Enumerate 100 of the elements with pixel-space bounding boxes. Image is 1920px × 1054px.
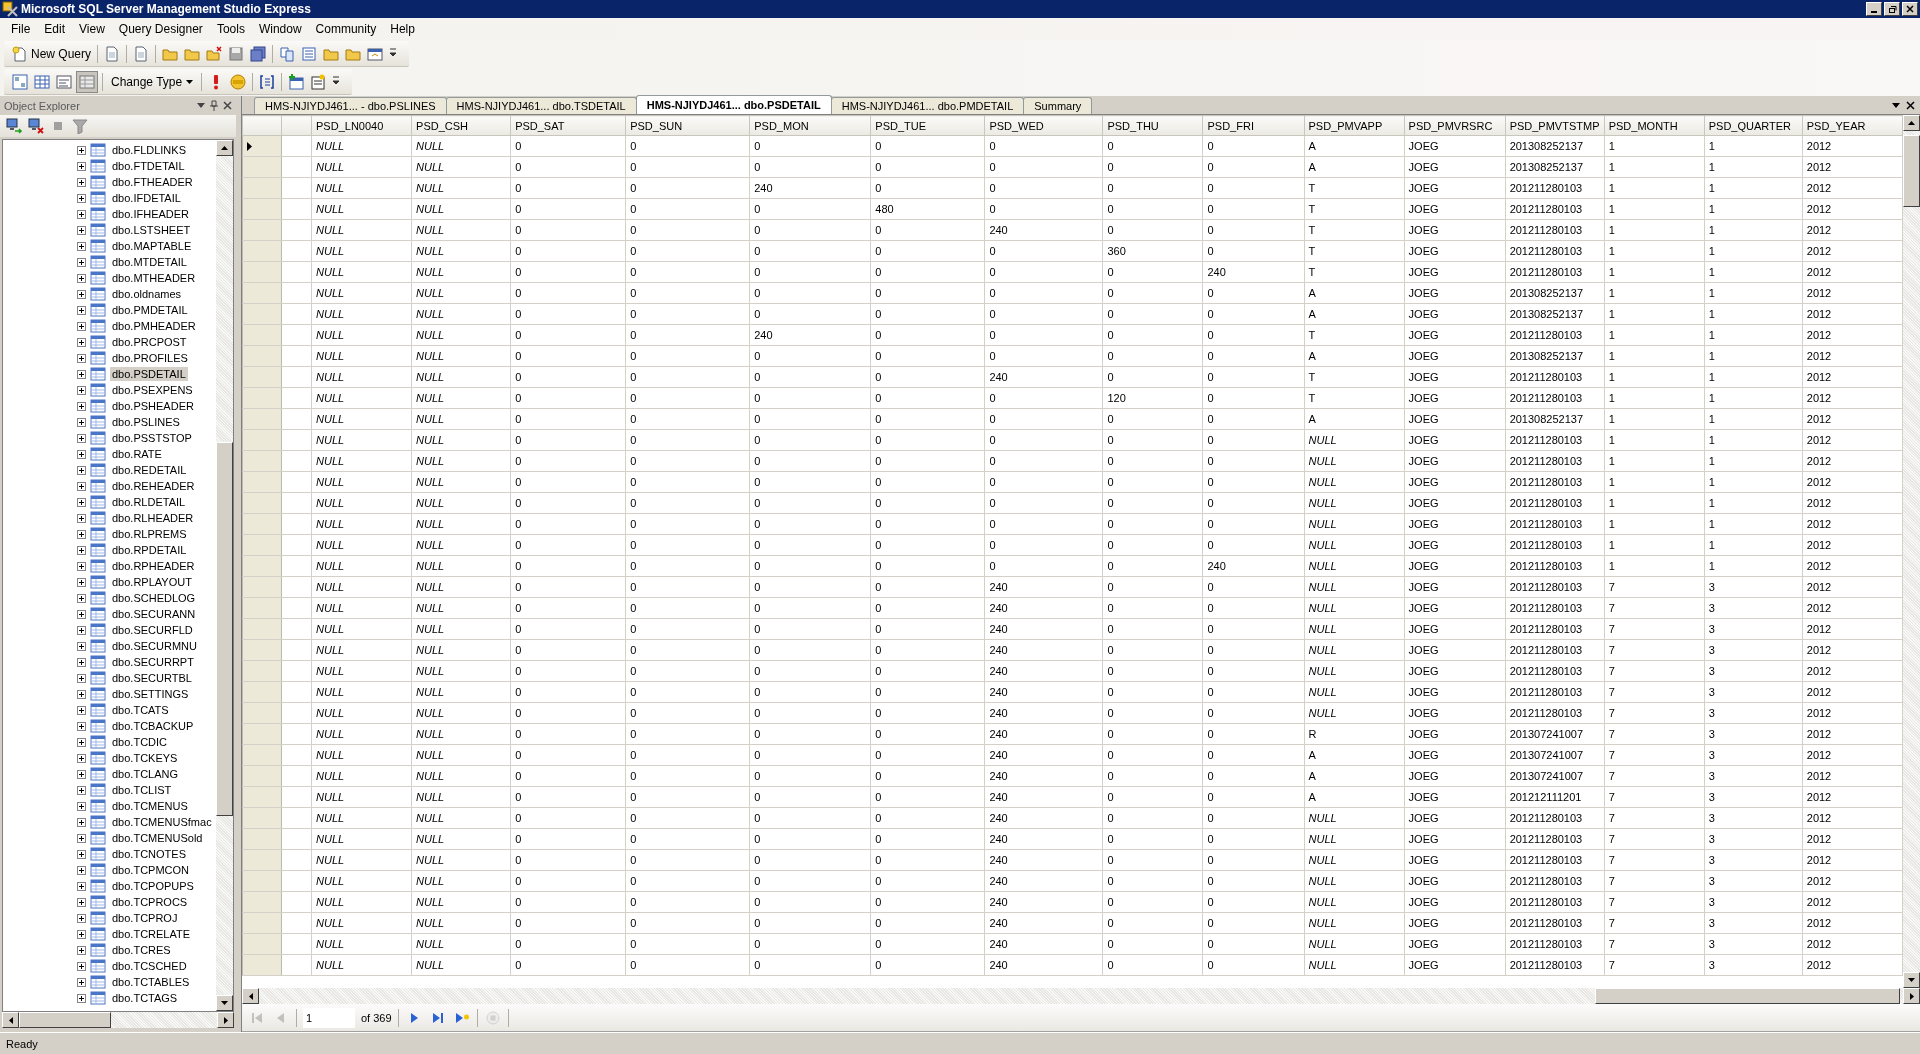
tree-item[interactable]: dbo.TCPROCS — [110, 895, 190, 909]
expand-icon[interactable] — [77, 401, 86, 411]
add-table-icon[interactable] — [286, 71, 307, 92]
row-header[interactable] — [242, 135, 282, 157]
tree-item[interactable]: dbo.MTDETAIL — [110, 255, 189, 269]
tree-item[interactable]: dbo.TCNOTES — [110, 847, 188, 861]
tree-item[interactable]: dbo.LSTSHEET — [110, 223, 193, 237]
tree-item[interactable]: dbo.oldnames — [110, 287, 184, 301]
save-all-icon[interactable] — [248, 43, 269, 64]
scroll-down-button[interactable] — [216, 995, 233, 1011]
column-header[interactable]: PSD_LN0040 — [311, 115, 412, 136]
tree-item[interactable]: dbo.PMDETAIL — [110, 303, 190, 317]
expand-icon[interactable] — [77, 673, 86, 683]
tree-item[interactable]: dbo.PSLINES — [110, 415, 182, 429]
pin-icon[interactable] — [209, 100, 219, 111]
expand-icon[interactable] — [77, 769, 86, 779]
tree-item[interactable]: dbo.PSDETAIL — [110, 367, 188, 381]
expand-icon[interactable] — [77, 369, 86, 379]
tree-item[interactable]: dbo.SCHEDLOG — [110, 591, 198, 605]
expand-icon[interactable] — [77, 417, 86, 427]
expand-icon[interactable] — [77, 161, 86, 171]
tree-item[interactable]: dbo.REHEADER — [110, 479, 197, 493]
tree-item[interactable]: dbo.MAPTABLE — [110, 239, 194, 253]
expand-icon[interactable] — [77, 385, 86, 395]
expand-icon[interactable] — [77, 737, 86, 747]
tree-item[interactable]: dbo.PSHEADER — [110, 399, 196, 413]
column-header[interactable]: PSD_TUE — [870, 115, 985, 136]
expand-icon[interactable] — [77, 961, 86, 971]
minimize-button[interactable] — [1866, 2, 1882, 16]
menu-item[interactable]: Edit — [37, 20, 73, 38]
tree-item[interactable]: dbo.IFHEADER — [110, 207, 192, 221]
column-header[interactable]: PSD_SUN — [625, 115, 750, 136]
expand-icon[interactable] — [77, 193, 86, 203]
expand-icon[interactable] — [77, 529, 86, 539]
expand-icon[interactable] — [77, 433, 86, 443]
column-header[interactable]: PSD_CSH — [411, 115, 511, 136]
document-tab[interactable]: HMS-NJIYDJ461... dbo.PSDETAIL — [635, 95, 832, 114]
tree-item[interactable]: dbo.RLHEADER — [110, 511, 196, 525]
expand-icon[interactable] — [77, 449, 86, 459]
tree-item[interactable]: dbo.TCBACKUP — [110, 719, 196, 733]
tree-item[interactable]: dbo.FTDETAIL — [110, 159, 187, 173]
expand-icon[interactable] — [77, 561, 86, 571]
tree-item[interactable]: dbo.SECURMNU — [110, 639, 199, 653]
tree-item[interactable]: dbo.TCSCHED — [110, 959, 189, 973]
tree-item[interactable]: dbo.RLPREMS — [110, 527, 189, 541]
document-tab[interactable]: Summary — [1023, 97, 1093, 114]
expand-icon[interactable] — [77, 577, 86, 587]
tree-item[interactable]: dbo.SECURRPT — [110, 655, 196, 669]
expand-icon[interactable] — [77, 865, 86, 875]
column-header[interactable]: PSD_YEAR — [1802, 115, 1903, 136]
expand-icon[interactable] — [77, 689, 86, 699]
dropdown-icon[interactable] — [1892, 102, 1900, 108]
menu-item[interactable]: Tools — [209, 20, 252, 38]
tree-item[interactable]: dbo.RPDETAIL — [110, 543, 189, 557]
expand-icon[interactable] — [77, 801, 86, 811]
folder-delete-icon[interactable] — [204, 43, 225, 64]
expand-icon[interactable] — [77, 353, 86, 363]
expand-icon[interactable] — [77, 273, 86, 283]
expand-icon[interactable] — [77, 753, 86, 763]
expand-icon[interactable] — [77, 545, 86, 555]
change-type-dropdown[interactable]: Change Type — [107, 72, 198, 91]
tree-item[interactable]: dbo.PRCPOST — [110, 335, 189, 349]
scroll-down-button[interactable] — [1903, 972, 1920, 988]
column-header[interactable]: PSD_QUARTER — [1704, 115, 1803, 136]
column-header[interactable]: PSD_MONTH — [1604, 115, 1705, 136]
expand-icon[interactable] — [77, 641, 86, 651]
column-header[interactable]: PSD_PMVTSTMP — [1505, 115, 1605, 136]
expand-icon[interactable] — [77, 497, 86, 507]
expand-icon[interactable] — [77, 977, 86, 987]
expand-icon[interactable] — [77, 945, 86, 955]
expand-icon[interactable] — [77, 209, 86, 219]
tree-item[interactable]: dbo.SETTINGS — [110, 687, 191, 701]
tree-item[interactable]: dbo.TCMENUSold — [110, 831, 205, 845]
tree-item[interactable]: dbo.TCPROJ — [110, 911, 180, 925]
expand-icon[interactable] — [77, 481, 86, 491]
expand-icon[interactable] — [77, 465, 86, 475]
document-tab[interactable]: HMS-NJIYDJ461... - dbo.PSLINES — [254, 97, 447, 114]
scrollbar-thumb[interactable] — [1595, 988, 1900, 1004]
tree-item[interactable]: dbo.TCDIC — [110, 735, 170, 749]
tree-item[interactable]: dbo.TCRELATE — [110, 927, 193, 941]
results-pane-icon[interactable] — [76, 70, 98, 93]
expand-icon[interactable] — [77, 257, 86, 267]
expand-icon[interactable] — [77, 593, 86, 603]
column-header[interactable]: PSD_MON — [749, 115, 871, 136]
menu-item[interactable]: Community — [308, 20, 384, 38]
tree-item[interactable]: dbo.TCTAGS — [110, 991, 180, 1005]
menu-item[interactable]: View — [72, 20, 112, 38]
tree-item[interactable]: dbo.PMHEADER — [110, 319, 198, 333]
menu-item[interactable]: Window — [251, 20, 309, 38]
scroll-right-button[interactable] — [1903, 988, 1920, 1004]
tree-item[interactable]: dbo.RPHEADER — [110, 559, 197, 573]
tree-item[interactable]: dbo.SECURANN — [110, 607, 198, 621]
tree-item[interactable]: dbo.TCATS — [110, 703, 171, 717]
expand-icon[interactable] — [77, 705, 86, 715]
tree-item[interactable]: dbo.PROFILES — [110, 351, 190, 365]
scroll-left-button[interactable] — [2, 1012, 19, 1028]
expand-icon[interactable] — [77, 625, 86, 635]
tree-item[interactable]: dbo.FLDLINKS — [110, 143, 188, 157]
expand-icon[interactable] — [77, 849, 86, 859]
expand-icon[interactable] — [77, 785, 86, 795]
